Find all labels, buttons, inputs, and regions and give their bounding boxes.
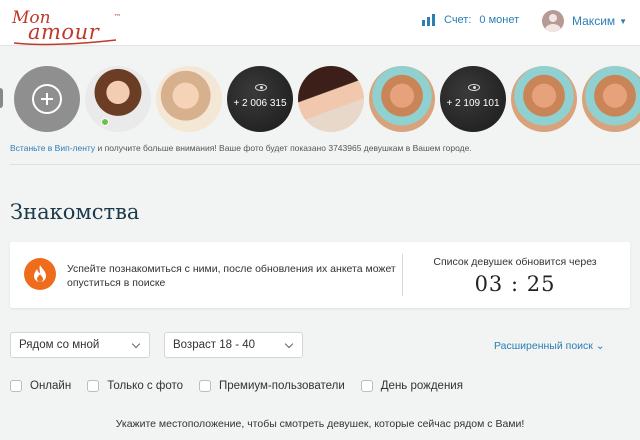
balance[interactable]: Счет: 0 монет (422, 14, 519, 26)
logo-trademark: ™ (114, 13, 121, 21)
advanced-search-link[interactable]: Расширенный поиск ⌄ (494, 340, 605, 352)
eye-icon (468, 84, 480, 91)
story-hidden-count[interactable]: + 2 109 101 (440, 66, 506, 132)
filter-birthday[interactable]: День рождения (360, 380, 463, 392)
checkbox[interactable] (199, 380, 211, 392)
story-photo[interactable] (298, 66, 364, 132)
scroll-left-handle[interactable] (0, 88, 3, 108)
checkbox[interactable] (360, 380, 373, 392)
plus-icon (32, 84, 62, 114)
user-menu[interactable]: Максим ▼ (542, 10, 627, 32)
top-bar: Mon amour ™ Счет: 0 монет Максим ▼ (0, 0, 640, 46)
checkbox[interactable] (87, 380, 100, 392)
story-photo[interactable] (582, 66, 640, 132)
balance-value: 0 монет (479, 14, 520, 26)
notice-text: Успейте познакомиться с ними, после обно… (67, 263, 396, 289)
page-title: Знакомства (10, 200, 140, 224)
update-notice: Успейте познакомиться с ними, после обно… (10, 242, 630, 308)
chevron-down-icon (131, 339, 141, 349)
story-photo[interactable] (369, 66, 435, 132)
checkbox[interactable] (10, 380, 22, 392)
timer-label: Список девушек обновится через (433, 256, 597, 268)
add-to-vip-button[interactable] (14, 66, 80, 132)
story-photo[interactable] (511, 66, 577, 132)
chevron-down-icon: ▼ (619, 16, 628, 26)
filter-label: Премиум-пользователи (219, 380, 345, 392)
filter-premium[interactable]: Премиум-пользователи (199, 380, 345, 392)
location-message: Укажите местоположение, чтобы смотреть д… (115, 418, 525, 430)
age-select-value: Возраст 18 - 40 (173, 339, 256, 351)
logo-swoosh-icon (13, 39, 117, 46)
location-select-value: Рядом со мной (19, 339, 100, 351)
filter-label: Только с фото (107, 380, 183, 392)
story-count: + 2 006 315 (233, 98, 287, 109)
story-photo[interactable] (85, 66, 151, 132)
balance-chart-icon (422, 14, 436, 26)
countdown-timer: 03 : 25 (474, 272, 556, 296)
eye-icon (255, 84, 267, 91)
vip-promo-text: и получите больше внимания! Ваше фото бу… (95, 143, 472, 153)
flame-icon (24, 258, 56, 290)
filter-with-photo[interactable]: Только с фото (87, 380, 183, 392)
age-select[interactable]: Возраст 18 - 40 (164, 332, 303, 358)
username: Максим (572, 14, 616, 28)
filter-online[interactable]: Онлайн (10, 380, 71, 392)
vip-stories-strip: + 2 006 315 + 2 109 101 Встаньте в Вип-л… (0, 46, 640, 165)
vip-promo: Встаньте в Вип-ленту и получите больше в… (10, 143, 472, 153)
divider (402, 254, 403, 296)
filter-label: День рождения (380, 380, 463, 392)
chevron-down-icon (284, 339, 294, 349)
avatar (542, 10, 564, 32)
divider (10, 164, 640, 165)
balance-label: Счет: (444, 14, 472, 26)
filter-label: Онлайн (30, 380, 72, 392)
story-photo[interactable] (156, 66, 222, 132)
filters: Онлайн Только с фото Премиум-пользовател… (10, 380, 463, 392)
story-hidden-count[interactable]: + 2 006 315 (227, 66, 293, 132)
location-select[interactable]: Рядом со мной (10, 332, 150, 358)
online-indicator (101, 118, 109, 126)
story-count: + 2 109 101 (446, 98, 500, 109)
vip-promo-link[interactable]: Встаньте в Вип-ленту (10, 143, 95, 153)
